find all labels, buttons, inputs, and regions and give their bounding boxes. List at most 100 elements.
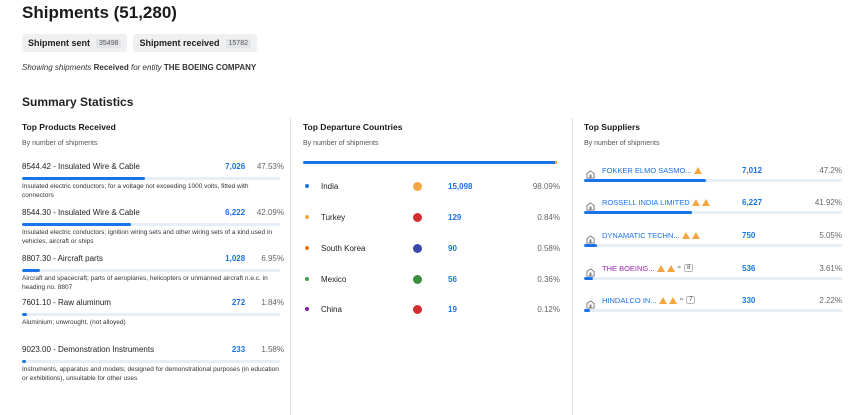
product-share-fill <box>22 360 27 363</box>
country-count[interactable]: 90 <box>448 244 508 253</box>
tab-shipment-received[interactable]: Shipment received 15782 <box>133 34 257 52</box>
panel-title: Top Departure Countries <box>303 122 403 132</box>
supplier-count[interactable]: 6,227 <box>742 198 762 207</box>
product-description: Aluminium; unwrought, (not alloyed) <box>22 319 126 326</box>
supplier-row: THE BOEING... = 8 536 3.61% <box>584 262 846 277</box>
product-item[interactable]: 8544.30 - Insulated Wire & Cable 6,222 42.… <box>22 206 284 246</box>
supplier-name-link[interactable]: THE BOEING... <box>602 264 655 273</box>
legend-dot <box>305 277 309 281</box>
supplier-share-fill <box>584 244 598 247</box>
supplier-count[interactable]: 536 <box>742 264 755 273</box>
product-item[interactable]: 7601.10 - Raw aluminum 272 1.84% Aluminium;… <box>22 296 284 328</box>
building-icon <box>586 264 595 277</box>
country-count[interactable]: 19 <box>448 305 508 314</box>
product-percent: 1.58% <box>261 344 284 354</box>
country-count[interactable]: 129 <box>448 213 508 222</box>
product-percent: 47.53% <box>256 161 284 171</box>
supplier-row: HINDALCO IN... = 7 330 2.22% <box>584 294 846 309</box>
column-divider <box>572 118 573 415</box>
product-name[interactable]: 8807.30 - Aircraft parts <box>22 254 206 263</box>
product-share-fill <box>22 269 40 272</box>
showing-mid: for entity <box>130 63 162 72</box>
product-count[interactable]: 233 <box>206 345 245 354</box>
supplier-name-link[interactable]: ROSSELL INDIA LIMITED <box>602 198 690 207</box>
product-name[interactable]: 8544.30 - Insulated Wire & Cable <box>22 208 206 217</box>
supplier-count[interactable]: 750 <box>742 231 755 240</box>
product-row: 8544.42 - Insulated Wire & Cable 7,026 47.… <box>22 160 284 172</box>
supplier-item[interactable]: FOKKER ELMO SASMO... 7,012 47.2% <box>584 164 846 182</box>
warning-icon <box>691 231 700 239</box>
product-count[interactable]: 7,026 <box>206 162 245 171</box>
country-percent: 0.36% <box>537 274 560 284</box>
warning-icon <box>668 296 677 304</box>
country-row[interactable]: Mexico 56 0.36% <box>303 272 561 286</box>
supplier-percent: 3.61% <box>819 263 842 273</box>
tab-shipment-sent[interactable]: Shipment sent 35498 <box>22 34 128 52</box>
supplier-row: DYNAMATIC TECHN... 750 5.05% <box>584 229 846 244</box>
product-description: Aircraft and spacecraft; parts of aeropl… <box>22 275 268 291</box>
top-countries-panel: Top Departure Countries By number of shi… <box>303 118 565 415</box>
supplier-row: FOKKER ELMO SASMO... 7,012 47.2% <box>584 164 846 179</box>
product-percent: 6.95% <box>261 253 284 263</box>
product-item[interactable]: 9023.00 - Demonstration Instruments 233 1.… <box>22 343 284 383</box>
country-name: China <box>321 304 342 314</box>
supplier-share-fill <box>584 211 693 214</box>
supplier-count[interactable]: 330 <box>742 296 755 305</box>
tab-label: Shipment sent <box>28 38 91 48</box>
column-divider <box>290 118 291 415</box>
country-row[interactable]: Turkey 129 0.84% <box>303 210 561 224</box>
product-share-fill <box>22 177 145 180</box>
building-icon <box>586 166 595 179</box>
top-products-panel: Top Products Received By number of shipm… <box>22 118 284 415</box>
showing-entity: THE BOEING COMPANY <box>163 63 257 72</box>
product-share-bar <box>22 360 280 363</box>
country-row[interactable]: India 15,098 98.09% <box>303 179 561 193</box>
country-name: Mexico <box>321 274 347 284</box>
country-row[interactable]: China 19 0.12% <box>303 302 561 316</box>
panel-title: Top Suppliers <box>584 122 641 132</box>
country-row[interactable]: South Korea 90 0.58% <box>303 241 561 255</box>
country-percent: 0.84% <box>537 212 560 222</box>
supplier-item[interactable]: HINDALCO IN... = 7 330 2.22% <box>584 294 846 312</box>
product-name[interactable]: 9023.00 - Demonstration Instruments <box>22 345 206 354</box>
building-icon <box>586 296 595 309</box>
building-icon <box>586 231 595 244</box>
supplier-count[interactable]: 7,012 <box>742 166 762 175</box>
supplier-share-fill <box>584 277 594 280</box>
product-item[interactable]: 8544.42 - Insulated Wire & Cable 7,026 47.… <box>22 160 284 200</box>
flag-icon <box>413 304 422 314</box>
product-share-bar <box>22 177 280 180</box>
supplier-item[interactable]: ROSSELL INDIA LIMITED 6,227 41.92% <box>584 196 846 214</box>
legend-dot <box>305 307 309 311</box>
supplier-share-fill <box>584 179 706 182</box>
supplier-share-bar <box>584 244 842 247</box>
country-count[interactable]: 15,098 <box>448 182 508 191</box>
supplier-badge: 8 <box>684 264 694 272</box>
supplier-row: ROSSELL INDIA LIMITED 6,227 41.92% <box>584 196 846 211</box>
product-name[interactable]: 7601.10 - Raw aluminum <box>22 298 206 307</box>
country-name: South Korea <box>321 243 366 253</box>
supplier-item[interactable]: THE BOEING... = 8 536 3.61% <box>584 262 846 280</box>
legend-dot <box>305 246 309 250</box>
product-item[interactable]: 8807.30 - Aircraft parts 1,028 6.95% Aircra… <box>22 252 284 292</box>
product-count[interactable]: 1,028 <box>206 254 245 263</box>
countries-distribution-bar <box>303 161 557 164</box>
supplier-percent: 41.92% <box>814 197 842 207</box>
warning-icon <box>691 198 700 206</box>
tab-count: 35498 <box>96 38 122 48</box>
country-percent: 0.58% <box>537 243 560 253</box>
product-description: Insulated electric conductors; ignition … <box>22 229 273 245</box>
supplier-name-link[interactable]: HINDALCO IN... <box>602 296 657 305</box>
supplier-share-bar <box>584 277 842 280</box>
product-share-fill <box>22 313 27 316</box>
product-count[interactable]: 6,222 <box>206 208 245 217</box>
supplier-name-link[interactable]: DYNAMATIC TECHN... <box>602 231 680 240</box>
country-name: Turkey <box>321 212 346 222</box>
product-count[interactable]: 272 <box>206 298 245 307</box>
product-share-bar <box>22 313 280 316</box>
product-name[interactable]: 8544.42 - Insulated Wire & Cable <box>22 162 206 171</box>
supplier-name-link[interactable]: FOKKER ELMO SASMO... <box>602 166 692 175</box>
flag-icon <box>413 243 422 253</box>
supplier-item[interactable]: DYNAMATIC TECHN... 750 5.05% <box>584 229 846 247</box>
country-count[interactable]: 56 <box>448 275 508 284</box>
